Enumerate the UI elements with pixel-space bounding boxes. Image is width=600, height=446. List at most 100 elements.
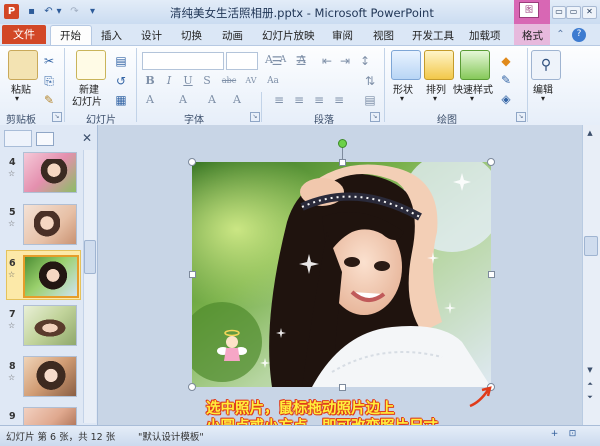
outline-tab[interactable]	[36, 132, 54, 146]
zoom-in-icon[interactable]: +	[548, 428, 561, 441]
quick-style-dropdown-icon[interactable]: ▾	[470, 94, 474, 103]
redo-icon[interactable]: ↷	[68, 5, 81, 18]
slide-thumbnail-5[interactable]	[23, 204, 77, 245]
scroll-down-icon[interactable]: ▼	[584, 365, 596, 375]
restore-button[interactable]: ▭	[566, 6, 581, 19]
font-color-button[interactable]: A	[143, 93, 157, 107]
resize-handle-left[interactable]	[189, 271, 196, 278]
resize-handle-top-right[interactable]	[487, 158, 495, 166]
shape-outline-icon[interactable]: ✎	[497, 71, 515, 89]
resize-handle-right[interactable]	[488, 271, 495, 278]
resize-handle-top-left[interactable]	[188, 158, 196, 166]
next-slide-icon[interactable]: ⏷	[584, 392, 596, 402]
fit-to-window-icon[interactable]: ⊡	[566, 428, 579, 441]
slide-thumbnail-4[interactable]	[23, 152, 77, 193]
arrange-icon[interactable]	[424, 50, 454, 80]
numbering-icon[interactable]: ☰	[292, 52, 310, 70]
quick-style-icon[interactable]	[460, 50, 490, 80]
tab-view[interactable]: 视图	[373, 28, 394, 43]
cut-icon[interactable]: ✂	[40, 52, 58, 70]
shape-icon[interactable]	[391, 50, 421, 80]
tab-slideshow[interactable]: 幻灯片放映	[262, 28, 315, 43]
slides-tab[interactable]	[4, 130, 32, 147]
font-size-combo[interactable]	[226, 52, 258, 70]
paste-dropdown-icon[interactable]: ▾	[15, 94, 19, 103]
font-case-icon[interactable]: A	[205, 93, 219, 107]
align-left-icon[interactable]: ≡	[270, 91, 288, 109]
bullets-icon[interactable]: ☰	[268, 52, 286, 70]
resize-handle-top[interactable]	[339, 159, 346, 166]
edit-dropdown-icon[interactable]: ▾	[541, 94, 545, 103]
tab-file[interactable]: 文件	[2, 25, 46, 44]
paragraph-launcher-icon[interactable]: ↘	[370, 112, 380, 122]
resize-handle-bottom[interactable]	[339, 384, 346, 391]
layout-icon[interactable]: ▤	[112, 52, 130, 70]
pane-scrollbar[interactable]	[83, 150, 96, 423]
new-slide-label-2[interactable]: 幻灯片	[72, 93, 102, 108]
text-direction-icon[interactable]: ⇅	[361, 72, 379, 90]
char-spacing-button[interactable]: AV	[243, 74, 259, 88]
paste-label[interactable]: 粘贴	[11, 81, 31, 96]
tab-developer[interactable]: 开发工具	[412, 28, 454, 43]
undo-icon[interactable]: ↶	[42, 5, 55, 18]
slide-thumbnail-8[interactable]	[23, 356, 77, 397]
paste-icon[interactable]	[8, 50, 38, 80]
section-icon[interactable]: ▦	[112, 91, 130, 109]
arrange-dropdown-icon[interactable]: ▾	[433, 94, 437, 103]
line-spacing-icon[interactable]: ↕	[356, 52, 374, 70]
font-launcher-icon[interactable]: ↘	[250, 112, 260, 122]
new-slide-icon[interactable]	[76, 50, 106, 80]
font-name-combo[interactable]	[142, 52, 224, 70]
italic-button[interactable]: I	[162, 74, 176, 88]
copy-icon[interactable]: ⎘	[40, 72, 58, 90]
shadow-button[interactable]: S	[200, 74, 214, 88]
clipboard-launcher-icon[interactable]: ↘	[52, 112, 62, 122]
help-icon[interactable]: ?	[572, 28, 586, 42]
tab-format[interactable]: 格式	[522, 28, 543, 43]
tab-animations[interactable]: 动画	[222, 28, 243, 43]
reset-icon[interactable]: ↺	[112, 72, 130, 90]
shape-effects-icon[interactable]: ◈	[497, 90, 515, 108]
shape-fill-icon[interactable]: ◆	[497, 52, 515, 70]
align-center-icon[interactable]: ≡	[290, 91, 308, 109]
previous-slide-icon[interactable]: ⏶	[584, 379, 596, 389]
slide-photo[interactable]	[192, 162, 491, 387]
slide-thumbnail-7[interactable]	[23, 305, 77, 346]
ribbon-minimize-icon[interactable]: ▭	[552, 6, 566, 19]
decrease-indent-icon[interactable]: ⇤	[318, 52, 336, 70]
resize-handle-bottom-left[interactable]	[188, 383, 196, 391]
pane-scrollbar-thumb[interactable]	[84, 240, 96, 274]
ribbon-collapse-icon[interactable]: ⌃	[554, 28, 567, 41]
tab-home[interactable]: 开始	[60, 28, 81, 43]
shape-dropdown-icon[interactable]: ▾	[400, 94, 404, 103]
find-binoculars-icon[interactable]: ⚲	[531, 50, 561, 80]
increase-indent-icon[interactable]: ⇥	[336, 52, 354, 70]
slide-scrollbar-thumb[interactable]	[584, 236, 598, 256]
pane-close-icon[interactable]: ✕	[80, 131, 94, 145]
tab-design[interactable]: 设计	[141, 28, 162, 43]
tab-addins[interactable]: 加载项	[469, 28, 501, 43]
rotation-handle[interactable]	[338, 139, 347, 148]
strikethrough-button[interactable]: abc	[220, 74, 238, 88]
scroll-up-icon[interactable]: ▲	[584, 128, 596, 138]
change-case-button[interactable]: Aa	[265, 74, 281, 88]
undo-dropdown-icon[interactable]: ▾	[55, 5, 63, 18]
customize-qat-icon[interactable]: ▾	[86, 5, 99, 18]
bold-button[interactable]: B	[143, 74, 157, 88]
font-grow-small-icon[interactable]: A	[176, 93, 190, 107]
smartart-icon[interactable]: ▤	[361, 91, 379, 109]
underline-button[interactable]: U	[181, 74, 195, 88]
save-icon[interactable]: ▪	[25, 5, 38, 18]
tab-insert[interactable]: 插入	[101, 28, 122, 43]
slide-thumbnail-9[interactable]	[23, 407, 77, 426]
drawing-launcher-icon[interactable]: ↘	[516, 112, 526, 122]
justify-icon[interactable]: ≡	[330, 91, 348, 109]
align-right-icon[interactable]: ≡	[310, 91, 328, 109]
slide-thumbnail-6[interactable]	[23, 255, 79, 298]
tab-review[interactable]: 审阅	[332, 28, 353, 43]
close-button[interactable]: ✕	[582, 6, 597, 19]
powerpoint-app-icon[interactable]: P	[4, 4, 19, 19]
font-size-icon[interactable]: A	[230, 93, 244, 107]
tab-transitions[interactable]: 切换	[181, 28, 202, 43]
format-painter-icon[interactable]: ✎	[40, 91, 58, 109]
